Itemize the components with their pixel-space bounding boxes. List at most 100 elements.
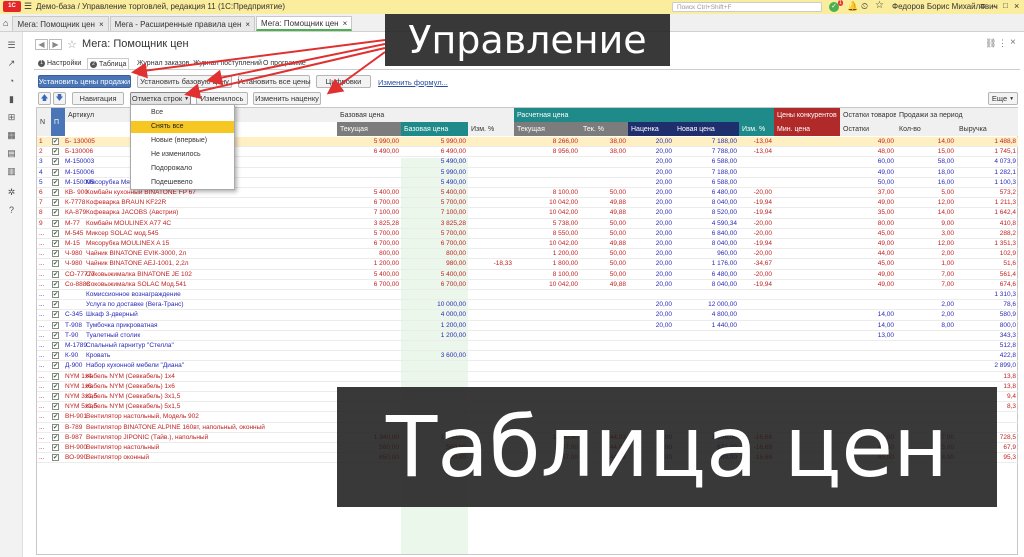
row-checkbox[interactable]: ✔ — [52, 372, 59, 380]
move-down-button[interactable]: 🡇 — [53, 92, 66, 105]
row-markup[interactable]: 20,00 — [628, 300, 674, 309]
row-base-price[interactable]: 5 700,00 — [401, 198, 468, 207]
row-markup[interactable]: 20,00 — [628, 157, 674, 166]
help-icon[interactable]: ? — [6, 205, 17, 216]
menu-item-new[interactable]: Новые (впервые) — [131, 135, 234, 147]
move-up-button[interactable]: 🡅 — [38, 92, 51, 105]
col-new-price[interactable]: Новая цена — [674, 122, 739, 136]
row-new-price[interactable]: 6 480,00 — [674, 188, 739, 197]
money-icon[interactable]: ▤ — [6, 148, 17, 159]
row-checkbox[interactable]: ✔ — [52, 423, 59, 431]
row-base-price[interactable]: 5 990,00 — [401, 137, 468, 146]
window-tab-2[interactable]: Мега - Расширенные правила цен × — [109, 16, 256, 31]
row-checkbox[interactable]: ✔ — [52, 444, 59, 451]
row-checkbox[interactable]: ✔ — [52, 199, 59, 207]
col-base-current[interactable]: Текущая — [337, 122, 401, 136]
row-new-price[interactable]: 8 520,00 — [674, 208, 739, 217]
window-tab-3[interactable]: Мега: Помощник цен × — [256, 16, 353, 31]
row-markup[interactable]: 20,00 — [628, 259, 674, 268]
row-base-price[interactable]: 980,00 — [401, 259, 468, 268]
row-markup[interactable]: 20,00 — [628, 239, 674, 248]
row-markup[interactable]: 20,00 — [628, 280, 674, 289]
row-markup[interactable]: 20,00 — [628, 188, 674, 197]
row-base-price[interactable]: 5 990,00 — [401, 168, 468, 177]
row-checkbox[interactable]: ✔ — [52, 280, 59, 288]
row-checkbox[interactable]: ✔ — [52, 219, 59, 227]
row-checkbox[interactable]: ✔ — [52, 342, 59, 349]
table-row[interactable]: ... ✔ М-545 Миксер SOLAC мод.545 5 700,00 5 7… — [37, 229, 1018, 239]
change-formula-link[interactable]: Изменить формул... — [378, 78, 448, 87]
row-base-price[interactable]: 10 000,00 — [401, 300, 468, 309]
row-base-price[interactable]: 1 200,00 — [401, 321, 468, 330]
col-calc-current[interactable]: Текущая — [514, 122, 580, 136]
row-checkbox[interactable]: ✔ — [52, 352, 59, 360]
table-row[interactable]: 7 ✔ К-7778 Кофеварка BRAUN KF22R 6 700,00 5 7… — [37, 198, 1018, 209]
favorite-star-icon[interactable]: ☆ — [67, 38, 77, 51]
row-new-price[interactable]: 7 188,00 — [674, 168, 739, 177]
row-checkbox[interactable]: ✔ — [52, 403, 59, 411]
set-all-prices-button[interactable]: Установить все цены — [237, 75, 311, 88]
row-markup[interactable]: 20,00 — [628, 137, 674, 146]
row-checkbox[interactable]: ✔ — [52, 138, 59, 145]
col-base-change[interactable]: Изм. % — [468, 122, 514, 136]
row-checkbox[interactable]: ✔ — [52, 168, 59, 176]
row-markup[interactable]: 20,00 — [628, 229, 674, 238]
row-new-price[interactable]: 6 588,00 — [674, 157, 739, 166]
change-markup-button[interactable]: Изменить наценку — [253, 92, 321, 105]
bell-icon[interactable]: 🔔 — [847, 1, 858, 12]
table-row[interactable]: ... ✔ Со-8888 Соковыжималка SOLAC Мод.541 6 … — [37, 280, 1018, 290]
row-markup[interactable]: 20,00 — [628, 270, 674, 279]
back-button[interactable]: ◀ — [35, 39, 48, 50]
row-base-price[interactable]: 3 825,28 — [401, 219, 468, 228]
row-markup[interactable]: 20,00 — [628, 321, 674, 330]
row-new-price[interactable] — [674, 351, 739, 360]
row-new-price[interactable]: 8 040,00 — [674, 280, 739, 289]
row-base-price[interactable] — [401, 361, 468, 370]
row-base-price[interactable] — [401, 341, 468, 350]
global-search[interactable]: Поиск Ctrl+Shift+F — [672, 2, 822, 12]
row-new-price[interactable]: 8 040,00 — [674, 198, 739, 207]
menu-icon[interactable]: ☰ — [6, 40, 17, 51]
row-checkbox[interactable]: ✔ — [52, 311, 59, 319]
chart-icon[interactable]: ↗ — [6, 58, 17, 69]
row-checkbox[interactable]: ✔ — [52, 331, 59, 339]
row-base-price[interactable]: 1 200,00 — [401, 331, 468, 340]
close-icon[interactable]: × — [245, 20, 250, 29]
warehouse-icon[interactable]: ▦ — [6, 130, 17, 141]
table-row[interactable]: ... ✔ Т-908 Тумбочка прикроватная 1 200,00 20… — [37, 321, 1018, 331]
row-new-price[interactable] — [674, 290, 739, 299]
table-row[interactable]: ... ✔ Д-900 Набор кухонной мебели "Диана" 2 … — [37, 361, 1018, 372]
forward-button[interactable]: ▶ — [49, 39, 62, 50]
row-markup[interactable]: 20,00 — [628, 219, 674, 228]
row-checkbox[interactable]: ✔ — [52, 250, 59, 258]
row-base-price[interactable]: 5 490,00 — [401, 178, 468, 187]
row-base-price[interactable]: 6 490,00 — [401, 147, 468, 156]
row-new-price[interactable]: 6 588,00 — [674, 178, 739, 187]
row-new-price[interactable]: 8 040,00 — [674, 239, 739, 248]
menu-item-more-expensive[interactable]: Подорожало — [131, 163, 234, 175]
row-base-price[interactable]: 6 700,00 — [401, 239, 468, 248]
row-checkbox[interactable]: ✔ — [52, 393, 59, 400]
pie-icon[interactable]: ◔ — [6, 76, 17, 87]
row-markup[interactable]: 20,00 — [628, 178, 674, 187]
table-row[interactable]: ... ✔ Услуга по доставке (Вега-Транс) 10 00… — [37, 300, 1018, 311]
row-checkbox[interactable]: ✔ — [52, 148, 59, 156]
row-new-price[interactable]: 1 176,00 — [674, 259, 739, 268]
tab-settings[interactable]: 1 Настройки — [38, 58, 81, 69]
row-markup[interactable] — [628, 331, 674, 340]
bag-icon[interactable]: ▮ — [6, 94, 17, 105]
close-icon[interactable]: × — [99, 20, 104, 29]
col-calc-change[interactable]: Изм. % — [739, 122, 774, 136]
close-icon[interactable]: × — [343, 19, 348, 28]
table-row[interactable]: ... ✔ С-345 Шкаф 3-дверный 4 000,00 20,00 4 80… — [37, 310, 1018, 321]
row-new-price[interactable]: 4 590,34 — [674, 219, 739, 228]
row-checkbox[interactable]: ✔ — [52, 270, 59, 278]
row-base-price[interactable] — [401, 372, 468, 381]
table-row[interactable]: ... ✔ Т-90 Туалетный столик 1 200,00 13,00 343… — [37, 331, 1018, 341]
navigation-button[interactable]: Навигация — [72, 92, 124, 105]
row-markup[interactable]: 20,00 — [628, 249, 674, 258]
decimals-button[interactable]: Цифровки — [316, 75, 371, 88]
row-base-price[interactable]: 5 400,00 — [401, 270, 468, 279]
menu-item-unchanged[interactable]: Не изменилось — [131, 149, 234, 161]
row-base-price[interactable]: 6 700,00 — [401, 280, 468, 289]
